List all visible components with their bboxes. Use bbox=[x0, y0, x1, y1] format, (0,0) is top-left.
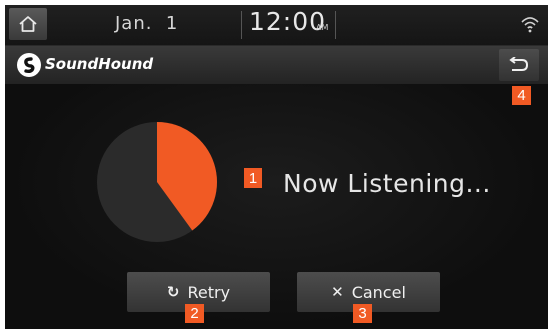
close-icon: ✕ bbox=[331, 283, 344, 301]
callout-marker-3: 3 bbox=[353, 304, 372, 323]
listening-progress-pie bbox=[97, 122, 218, 242]
status-divider bbox=[241, 11, 242, 39]
screen-frame: Jan. 1 12:00 AM SoundHound Now Listening… bbox=[5, 5, 548, 329]
status-date: Jan. 1 bbox=[115, 13, 179, 34]
retry-icon: ↻ bbox=[166, 283, 180, 301]
title-bar: SoundHound bbox=[5, 46, 548, 84]
status-ampm: AM bbox=[316, 23, 329, 32]
listening-status-text: Now Listening... bbox=[283, 169, 491, 198]
soundhound-logo bbox=[17, 53, 41, 77]
callout-marker-4: 4 bbox=[512, 86, 531, 105]
status-bar: Jan. 1 12:00 AM bbox=[5, 5, 548, 46]
main-area: Now Listening... ↻ Retry ✕ Cancel bbox=[5, 84, 548, 329]
soundhound-logo-icon bbox=[24, 57, 35, 74]
callout-marker-2: 2 bbox=[185, 304, 204, 323]
app-title: SoundHound bbox=[45, 55, 154, 73]
home-button[interactable] bbox=[9, 8, 47, 40]
back-button[interactable] bbox=[499, 49, 539, 81]
retry-label: Retry bbox=[187, 282, 231, 302]
wifi-icon bbox=[521, 17, 539, 33]
cancel-label: Cancel bbox=[351, 282, 406, 302]
status-divider bbox=[335, 11, 336, 39]
home-icon bbox=[19, 16, 37, 32]
callout-marker-1: 1 bbox=[244, 168, 262, 188]
back-arrow-icon bbox=[509, 57, 529, 71]
status-time: 12:00 bbox=[249, 7, 327, 36]
